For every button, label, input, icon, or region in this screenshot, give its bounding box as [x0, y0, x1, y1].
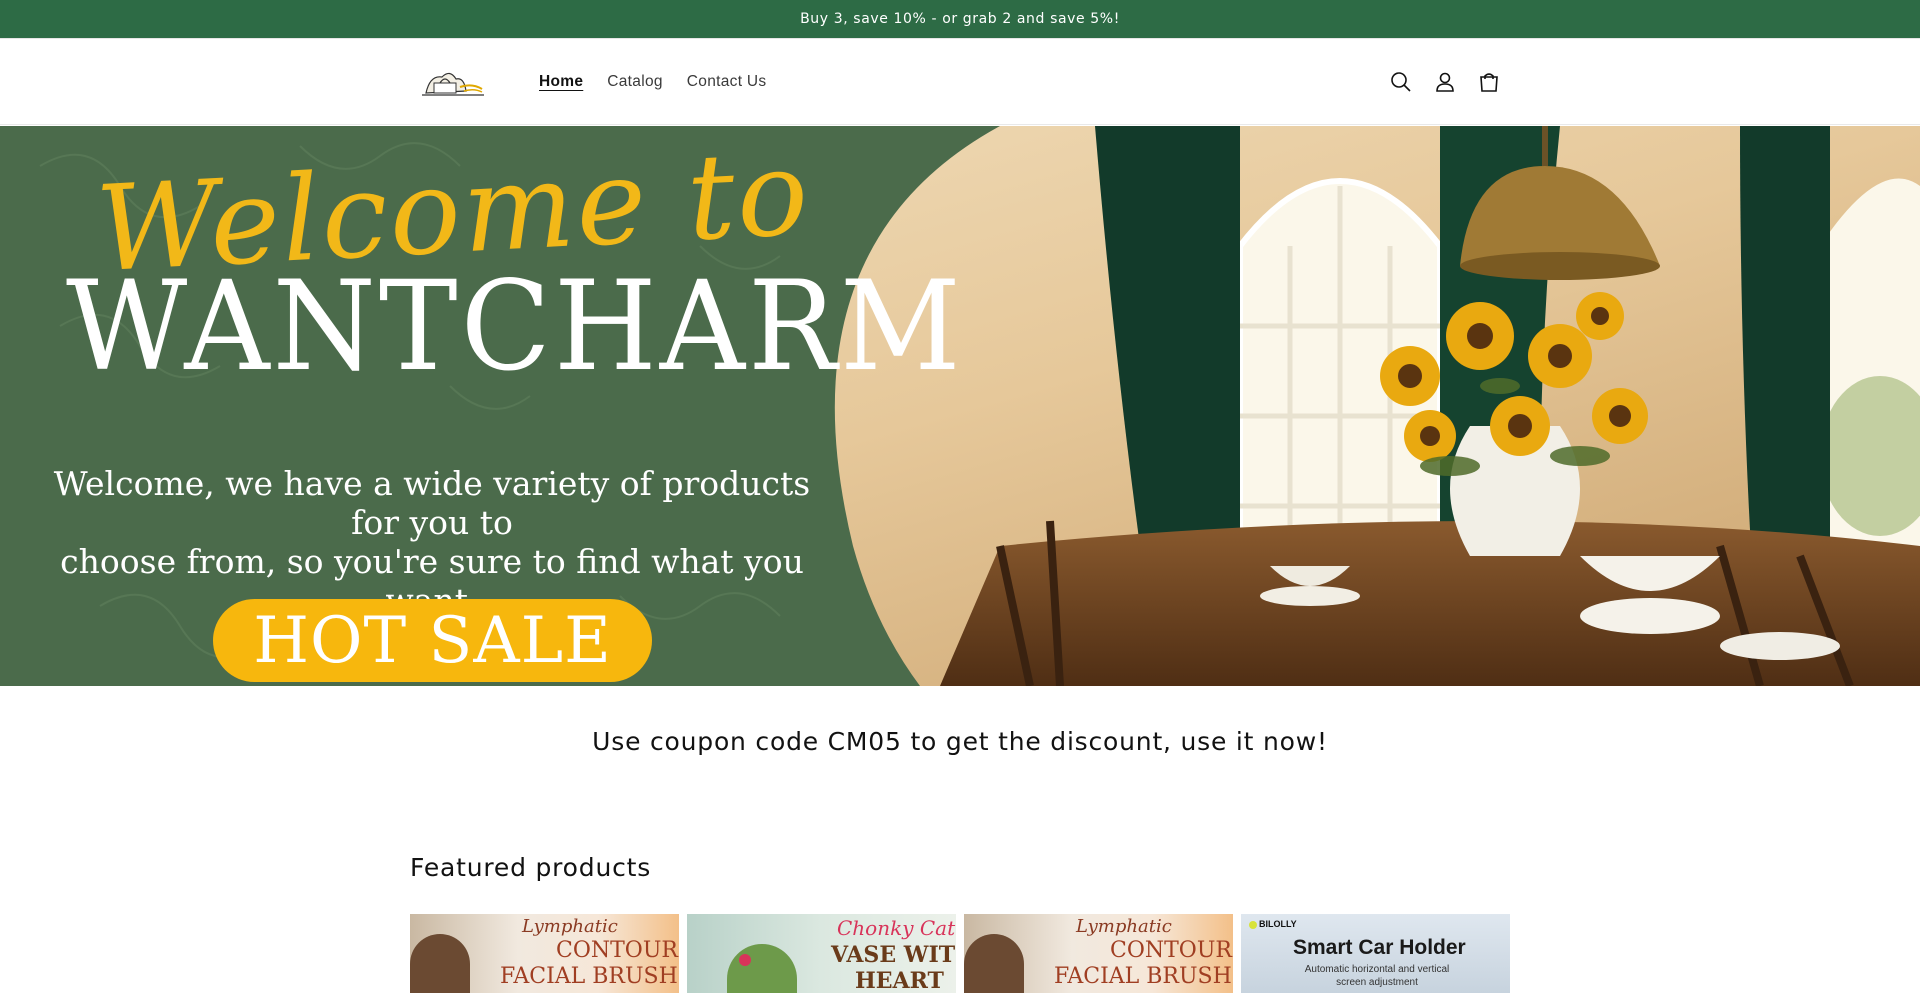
- nav-catalog-link[interactable]: Catalog: [595, 73, 675, 91]
- coupon-banner: Use coupon code CM05 to get the discount…: [592, 727, 1328, 756]
- hot-sale-button[interactable]: HOT SALE: [213, 599, 652, 682]
- announcement-text: Buy 3, save 10% - or grab 2 and save 5%!: [800, 11, 1120, 27]
- product-title-line2: CONTOUR: [556, 938, 678, 963]
- product-title: Smart Car Holder: [1293, 936, 1466, 959]
- product-subtitle-line1: Automatic horizontal and vertical: [1304, 964, 1450, 975]
- hero-subtitle: Welcome, we have a wide variety of produ…: [52, 464, 812, 620]
- cart-icon[interactable]: [1474, 63, 1504, 101]
- product-title-line3: HEART: [855, 968, 944, 993]
- header-icons: [1386, 63, 1504, 101]
- announcement-bar: Buy 3, save 10% - or grab 2 and save 5%!: [0, 0, 1920, 38]
- product-image-flower: [739, 954, 751, 966]
- product-card[interactable]: Lymphatic CONTOUR FACIAL BRUSH: [410, 914, 679, 993]
- site-header: Home Catalog Contact Us: [0, 39, 1920, 125]
- product-title-line1: Chonky Cat: [837, 916, 956, 940]
- nav-contact-link[interactable]: Contact Us: [675, 73, 779, 91]
- featured-products-heading: Featured products: [410, 853, 652, 882]
- store-logo[interactable]: [420, 65, 486, 99]
- product-brand: BILOLLY: [1259, 919, 1297, 929]
- product-title-line2: CONTOUR: [1110, 938, 1232, 963]
- product-card[interactable]: Lymphatic CONTOUR FACIAL BRUSH: [964, 914, 1233, 993]
- hero-subtitle-line1: Welcome, we have a wide variety of produ…: [53, 464, 811, 542]
- product-image-model: [410, 934, 470, 993]
- product-grid: Lymphatic CONTOUR FACIAL BRUSH Chonky Ca…: [410, 914, 1510, 993]
- product-title-line3: FACIAL BRUSH: [500, 964, 678, 989]
- hero-brand-title: WANTCHARM: [66, 253, 964, 399]
- search-icon[interactable]: [1386, 63, 1416, 101]
- product-title-line1: Lymphatic: [522, 916, 618, 937]
- product-image-plant: [727, 944, 797, 993]
- brand-dot-icon: [1249, 921, 1257, 929]
- product-card[interactable]: Chonky Cat VASE WITH HEART: [687, 914, 956, 993]
- product-title-line2: VASE WITH: [831, 942, 956, 968]
- product-title-line3: FACIAL BRUSH: [1054, 964, 1232, 989]
- nav-home-link[interactable]: Home: [539, 73, 595, 91]
- product-subtitle-line2: screen adjustment: [1336, 977, 1418, 988]
- account-icon[interactable]: [1430, 63, 1460, 101]
- hero-banner[interactable]: Welcome to WANTCHARM Welcome, we have a …: [0, 126, 1920, 686]
- product-image-model: [964, 934, 1024, 993]
- product-title-line1: Lymphatic: [1076, 916, 1172, 937]
- product-card[interactable]: BILOLLY Smart Car Holder Automatic horiz…: [1241, 914, 1510, 993]
- main-nav: Home Catalog Contact Us: [539, 39, 778, 125]
